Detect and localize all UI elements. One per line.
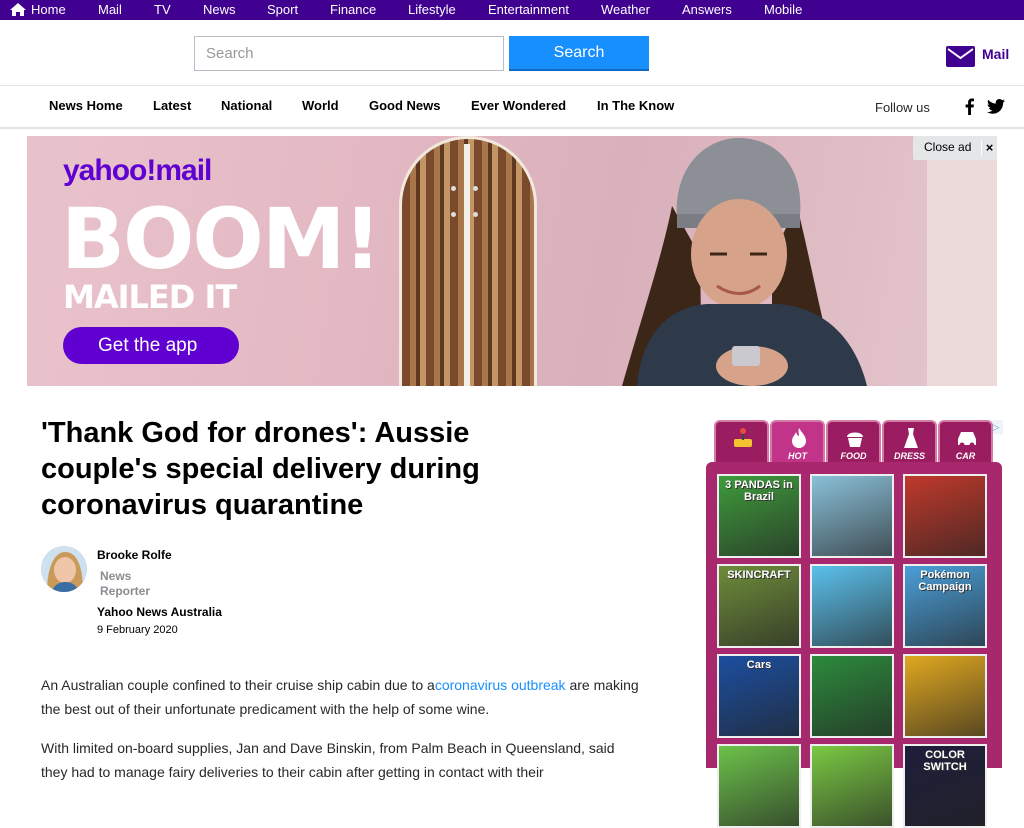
topbar-item-weather[interactable]: Weather <box>601 2 650 17</box>
section-nav: News Home Latest National World Good New… <box>0 86 1024 129</box>
article-paragraph: With limited on-board supplies, Jan and … <box>41 740 615 780</box>
topbar-item-answers[interactable]: Answers <box>682 2 732 17</box>
games-tab-car[interactable]: CAR <box>938 420 993 464</box>
flame-icon <box>792 428 806 448</box>
nav-item-news-home[interactable]: News Home <box>49 98 123 113</box>
search-input[interactable] <box>194 36 504 71</box>
game-tile-title: Cars <box>746 659 772 671</box>
article-paragraph: An Australian couple confined to their c… <box>41 673 641 721</box>
topbar-item-entertainment[interactable]: Entertainment <box>488 2 569 17</box>
nav-item-national[interactable]: National <box>221 98 272 113</box>
topbar-item-mail[interactable]: Mail <box>98 2 122 17</box>
article-headline: 'Thank God for drones': Aussie couple's … <box>41 417 480 521</box>
site-header: Search Mail <box>0 20 1024 86</box>
ad-wall-panel <box>927 136 997 386</box>
topbar-item-news[interactable]: News <box>203 2 236 17</box>
game-tile[interactable] <box>810 654 894 738</box>
ad-headline: BOOM! <box>61 190 382 288</box>
games-tab-label: HOT <box>788 451 807 461</box>
game-tile-title: 3 PANDAS in Brazil <box>725 479 793 503</box>
mail-link[interactable]: Mail <box>946 44 1016 68</box>
games-tab-dress[interactable]: DRESS <box>882 420 937 464</box>
game-tile[interactable]: COLOR SWITCH <box>903 744 987 828</box>
games-tab-label: FOOD <box>840 451 867 461</box>
nav-item-in-the-know[interactable]: In The Know <box>597 98 674 113</box>
games-grid-panel: 3 PANDAS in Brazil SKINCRAFT Pokémon Cam… <box>706 462 1002 828</box>
woman-with-phone-image <box>622 137 867 386</box>
coronavirus-outbreak-link[interactable]: coronavirus outbreak <box>435 677 566 693</box>
top-bar: Home Mail TV News Sport Finance Lifestyl… <box>0 0 1024 20</box>
publisher-name: Yahoo News Australia <box>97 605 222 619</box>
close-ad-button[interactable]: Close ad × <box>913 136 997 160</box>
close-icon[interactable]: × <box>981 140 995 156</box>
nav-item-latest[interactable]: Latest <box>153 98 191 113</box>
facebook-icon[interactable] <box>963 98 977 115</box>
topbar-item-sport[interactable]: Sport <box>267 2 298 17</box>
author-portrait-icon <box>41 546 87 592</box>
game-tile[interactable] <box>903 474 987 558</box>
skateboard-screw <box>473 212 478 217</box>
topbar-item-lifestyle[interactable]: Lifestyle <box>408 2 456 17</box>
follow-us-label: Follow us <box>875 100 930 115</box>
game-tile[interactable]: Cars <box>717 654 801 738</box>
game-tile[interactable] <box>810 564 894 648</box>
skateboard-stripe <box>464 144 470 386</box>
get-the-app-button[interactable]: Get the app <box>63 327 239 364</box>
skateboard-screw <box>451 212 456 217</box>
game-tile[interactable] <box>717 744 801 828</box>
game-tile[interactable]: Pokémon Campaign <box>903 564 987 648</box>
mail-label: Mail <box>982 46 1010 62</box>
cupcake-icon <box>847 432 863 447</box>
game-tile[interactable]: SKINCRAFT <box>717 564 801 648</box>
author-avatar[interactable] <box>41 546 87 592</box>
paragraph-text: An Australian couple confined to their c… <box>41 677 435 693</box>
games-tab-hot[interactable]: HOT <box>770 420 825 464</box>
yahoo-mail-ad-banner[interactable]: yahoo!mail BOOM! MAILED IT Get the app <box>27 136 997 386</box>
topbar-item-tv[interactable]: TV <box>154 2 171 17</box>
publish-date: 9 February 2020 <box>97 624 178 636</box>
joystick-icon <box>734 428 752 447</box>
games-tab-label: DRESS <box>893 451 925 461</box>
game-tile[interactable] <box>810 744 894 828</box>
home-icon[interactable] <box>10 3 26 16</box>
games-tab-home[interactable] <box>714 420 769 464</box>
game-tile[interactable] <box>903 654 987 738</box>
games-tab-label: CAR <box>955 451 976 461</box>
games-tab-food[interactable]: FOOD <box>826 420 881 464</box>
yahoo-mail-logo: yahoo!mail <box>63 154 212 187</box>
search-button[interactable]: Search <box>509 36 649 71</box>
game-tile[interactable]: 3 PANDAS in Brazil <box>717 474 801 558</box>
topbar-item-mobile[interactable]: Mobile <box>764 2 802 17</box>
skateboard-screw <box>451 186 456 191</box>
author-name[interactable]: Brooke Rolfe <box>97 548 172 562</box>
dress-icon <box>904 428 918 448</box>
topbar-item-finance[interactable]: Finance <box>330 2 376 17</box>
twitter-icon[interactable] <box>987 99 1005 114</box>
game-tile-title: COLOR SWITCH <box>923 749 967 773</box>
game-tile[interactable] <box>810 474 894 558</box>
nav-item-good-news[interactable]: Good News <box>369 98 441 113</box>
game-tile-title: Pokémon Campaign <box>918 569 972 593</box>
envelope-icon <box>946 46 975 67</box>
ad-subhead: MAILED IT <box>63 278 237 316</box>
close-ad-label: Close ad <box>924 140 972 154</box>
nav-item-world[interactable]: World <box>302 98 339 113</box>
skateboard-screw <box>473 186 478 191</box>
game-tile-title: SKINCRAFT <box>727 569 791 581</box>
games-ad-widget[interactable]: ▷ HOT FOOD DRESS CAR 3 PANDAS in Brazil … <box>706 418 1003 828</box>
car-icon <box>958 432 976 448</box>
topbar-item-home[interactable]: Home <box>31 2 66 17</box>
nav-item-ever-wondered[interactable]: Ever Wondered <box>471 98 566 113</box>
author-role: News Reporter <box>100 569 151 598</box>
